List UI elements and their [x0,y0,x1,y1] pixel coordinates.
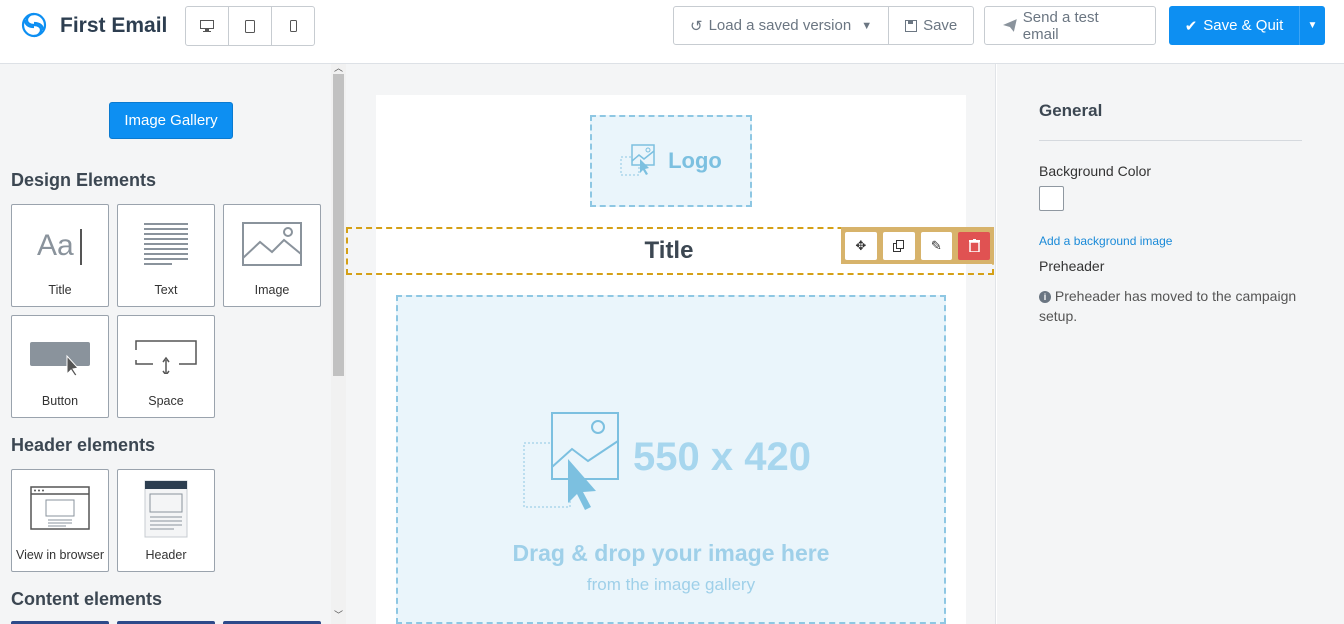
general-heading: General [1039,101,1103,120]
image-element-tile[interactable]: Image [223,204,321,307]
caret-down-icon: ▼ [1307,20,1318,31]
scroll-down-arrow-icon[interactable]: ﹀ [334,608,343,621]
image-size-label: 550 x 420 [633,435,811,479]
desktop-view-button[interactable] [186,7,229,45]
version-save-group: ↺ Load a saved version ▼ Save [673,6,975,45]
add-background-image-link[interactable]: Add a background image [1039,234,1172,248]
move-arrows-icon: ✥ [855,237,867,253]
image-drop-icon [620,144,655,176]
tablet-view-button[interactable] [229,7,272,45]
copy-icon [892,239,904,252]
scroll-up-arrow-icon[interactable]: ︿ [334,61,343,74]
email-canvas: Logo Title ✥ ✎ 550 x 420 Drag & drop you… [346,64,996,624]
load-version-button[interactable]: ↺ Load a saved version ▼ [674,7,888,44]
logo-placeholder[interactable]: Logo [590,115,752,207]
design-elements-heading: Design Elements [11,170,157,190]
image-from-text: from the image gallery [586,575,756,594]
device-preview-group [185,6,315,46]
save-button[interactable]: Save [888,7,973,44]
delete-button[interactable] [958,231,990,260]
landscape-image-icon [242,222,302,266]
header-elements-heading: Header elements [11,435,156,455]
mobile-view-button[interactable] [272,7,314,45]
preheader-label: Preheader [1039,258,1105,274]
send-test-button[interactable]: Send a test email [984,6,1156,45]
edit-button[interactable]: ✎ [920,231,953,260]
text-element-tile[interactable]: Text [117,204,215,307]
title-element-tile[interactable]: Aa Title [11,204,109,307]
settings-panel: General Background Color Add a backgroun… [997,64,1344,624]
desktop-icon [200,20,214,32]
mobile-icon [289,20,297,32]
large-image-drop-icon [523,412,619,510]
button-element-tile[interactable]: Button [11,315,109,418]
left-panel-scrollbar[interactable]: ︿ ﹀ [331,61,346,624]
pencil-icon: ✎ [930,237,942,253]
save-quit-dropdown[interactable]: ▼ [1299,6,1325,45]
svg-text:Aa: Aa [37,229,74,262]
app-title: First Email [60,14,168,37]
view-in-browser-tile[interactable]: View in browser [11,469,109,572]
divider [1039,140,1302,141]
save-quit-button[interactable]: ✔ Save & Quit ▼ [1169,6,1325,45]
preheader-note: i Preheader has moved to the campaign se… [1039,288,1297,324]
background-color-swatch[interactable] [1039,186,1064,211]
image-drag-text: Drag & drop your image here [512,540,830,566]
block-toolbar: ✥ ✎ [841,227,994,264]
save-quit-main[interactable]: ✔ Save & Quit [1169,6,1299,45]
paper-plane-icon [1003,19,1017,32]
header-element-tile[interactable]: Header [117,469,215,572]
image-gallery-button[interactable]: Image Gallery [109,102,233,139]
trash-icon [968,239,980,252]
duplicate-button[interactable] [882,231,915,260]
spacer-icon [135,340,197,374]
top-bar: First Email ↺ Load a saved version ▼ Sav… [0,0,1344,64]
space-element-tile[interactable]: Space [117,315,215,418]
text-lines-icon [144,223,188,265]
check-icon: ✔ [1184,17,1198,35]
elements-panel: Image Gallery Design Elements Aa Title T… [0,64,331,624]
button-cursor-icon [30,342,90,376]
browser-window-icon [30,486,90,530]
title-text-icon: Aa [37,229,82,265]
floppy-disk-icon [905,19,918,32]
info-circle-icon: i [1039,291,1051,303]
content-elements-heading: Content elements [11,589,163,609]
header-layout-icon [144,480,188,538]
image-drop-zone[interactable]: 550 x 420 Drag & drop your image here fr… [396,295,946,624]
scrollbar-thumb[interactable] [333,74,344,376]
brand-logo-icon[interactable] [20,11,48,39]
background-color-label: Background Color [1039,163,1152,179]
history-icon: ↺ [690,17,703,35]
move-button[interactable]: ✥ [845,231,877,260]
tablet-icon [245,19,255,33]
chevron-down-icon: ▼ [861,19,873,32]
